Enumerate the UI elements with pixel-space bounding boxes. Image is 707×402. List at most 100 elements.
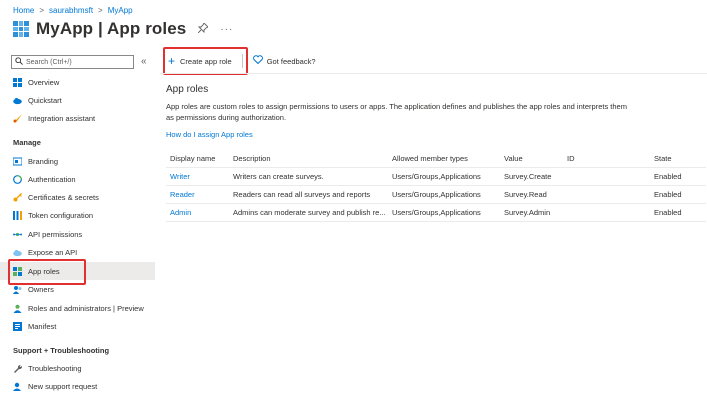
sidebar-item-label: App roles: [28, 266, 60, 276]
sidebar-item-label: Manifest: [28, 321, 57, 331]
sidebar-item-branding[interactable]: Branding: [0, 152, 155, 170]
feedback-button[interactable]: Got feedback?: [247, 51, 322, 71]
role-member-types: Users/Groups,Applications: [388, 185, 500, 204]
sidebar-item-owners[interactable]: Owners: [0, 280, 155, 298]
help-link[interactable]: How do I assign App roles: [166, 130, 253, 139]
sidebar-item-new-support-request[interactable]: New support request: [0, 377, 155, 395]
role-state: Enabled: [650, 203, 706, 222]
manage-section-header: Manage: [13, 138, 41, 147]
role-value: Survey.Read: [500, 185, 563, 204]
sidebar-item-label: Certificates & secrets: [28, 192, 99, 202]
create-app-role-label: Create app role: [180, 56, 232, 66]
sidebar-item-api-permissions[interactable]: API permissions: [0, 225, 155, 243]
sidebar-item-label: Quickstart: [28, 95, 62, 105]
owners-icon: [13, 285, 22, 294]
search-input[interactable]: Search (Ctrl+/): [11, 55, 134, 69]
sidebar-item-label: Troubleshooting: [28, 363, 82, 373]
role-state: Enabled: [650, 185, 706, 204]
column-header-state[interactable]: State: [650, 151, 706, 168]
wrench-icon: [13, 364, 22, 373]
role-value: Survey.Admin: [500, 203, 563, 222]
role-member-types: Users/Groups,Applications: [388, 203, 500, 222]
sidebar-item-label: Expose an API: [28, 247, 78, 257]
table-row[interactable]: Admin Admins can moderate survey and pub…: [166, 203, 706, 222]
api-permissions-icon: [13, 230, 22, 239]
sidebar-item-label: Authentication: [28, 174, 76, 184]
role-id: [563, 185, 650, 204]
role-display-name-link[interactable]: Writer: [166, 167, 229, 186]
role-description: Admins can moderate survey and publish r…: [229, 203, 388, 222]
auth-icon: [13, 174, 22, 184]
page-title: MyApp | App roles: [36, 19, 187, 38]
sidebar-item-authentication[interactable]: Authentication: [0, 170, 155, 188]
manifest-icon: [13, 321, 22, 331]
sidebar-item-label: API permissions: [28, 229, 83, 239]
table-row[interactable]: Writer Writers can create surveys. Users…: [166, 167, 706, 186]
plus-icon: +: [168, 54, 176, 68]
toolbar-divider: [241, 54, 243, 68]
column-header-display-name[interactable]: Display name: [166, 151, 229, 168]
role-description: Readers can read all surveys and reports: [229, 185, 388, 204]
sidebar-item-overview[interactable]: Overview: [0, 73, 155, 91]
sidebar-item-label: Token configuration: [28, 210, 94, 220]
branding-icon: [13, 157, 22, 166]
breadcrumb-home[interactable]: Home: [13, 6, 34, 15]
toolbar-divider-line: [160, 73, 707, 74]
sidebar-item-token-configuration[interactable]: Token configuration: [0, 206, 155, 224]
more-options-icon[interactable]: ···: [220, 24, 233, 35]
breadcrumb: Home > saurabhmsft > MyApp: [13, 4, 133, 16]
role-state: Enabled: [650, 167, 706, 186]
role-value: Survey.Create: [500, 167, 563, 186]
sidebar-item-label: Integration assistant: [28, 113, 96, 123]
roles-admin-icon: [13, 304, 22, 313]
sidebar-item-app-roles[interactable]: App roles: [0, 262, 155, 280]
role-display-name-link[interactable]: Admin: [166, 203, 229, 222]
app-roles-table: Display name Description Allowed member …: [166, 151, 706, 222]
sidebar: Search (Ctrl+/) « Overview Quickstart In…: [0, 52, 155, 402]
sidebar-item-expose-an-api[interactable]: Expose an API: [0, 243, 155, 261]
column-header-description[interactable]: Description: [229, 151, 388, 168]
grid-icon: [13, 77, 22, 87]
key-icon: [13, 192, 22, 202]
column-header-value[interactable]: Value: [500, 151, 563, 168]
collapse-sidebar-icon[interactable]: «: [141, 56, 147, 67]
rocket-icon: [13, 113, 22, 123]
heart-icon: [252, 55, 263, 67]
column-header-id[interactable]: ID: [563, 151, 650, 168]
sidebar-item-troubleshooting[interactable]: Troubleshooting: [0, 359, 155, 377]
section-title: App roles: [166, 84, 209, 95]
command-bar: + Create app role Got feedback?: [162, 50, 322, 72]
sidebar-item-roles-administrators[interactable]: Roles and administrators | Preview: [0, 299, 155, 317]
role-id: [563, 167, 650, 186]
breadcrumb-tenant[interactable]: saurabhmsft: [49, 6, 93, 15]
search-placeholder: Search (Ctrl+/): [26, 58, 72, 66]
app-roles-icon: [13, 266, 22, 276]
role-display-name-link[interactable]: Reader: [166, 185, 229, 204]
table-row[interactable]: Reader Readers can read all surveys and …: [166, 185, 706, 204]
sidebar-item-label: Roles and administrators | Preview: [28, 303, 144, 313]
role-description: Writers can create surveys.: [229, 167, 388, 186]
sidebar-item-label: Owners: [28, 284, 54, 294]
support-section-header: Support + Troubleshooting: [13, 346, 110, 355]
create-app-role-button[interactable]: + Create app role: [162, 51, 238, 71]
column-header-allowed-member-types[interactable]: Allowed member types: [388, 151, 500, 168]
token-icon: [13, 210, 22, 220]
section-description: App roles are custom roles to assign per…: [166, 102, 627, 122]
support-icon: [13, 382, 22, 391]
breadcrumb-separator: >: [98, 5, 103, 15]
sidebar-item-quickstart[interactable]: Quickstart: [0, 91, 155, 109]
cloud-icon: [13, 96, 22, 105]
breadcrumb-separator: >: [39, 5, 45, 15]
sidebar-item-integration-assistant[interactable]: Integration assistant: [0, 109, 155, 127]
role-member-types: Users/Groups,Applications: [388, 167, 500, 186]
breadcrumb-app[interactable]: MyApp: [108, 6, 133, 15]
cloud-api-icon: [13, 248, 22, 257]
sidebar-item-label: New support request: [28, 381, 98, 391]
role-id: [563, 203, 650, 222]
app-registration-icon: [13, 21, 29, 37]
sidebar-item-certificates-secrets[interactable]: Certificates & secrets: [0, 188, 155, 206]
pin-icon[interactable]: [198, 21, 210, 36]
sidebar-item-label: Branding: [28, 156, 59, 166]
sidebar-item-manifest[interactable]: Manifest: [0, 317, 155, 335]
sidebar-item-label: Overview: [28, 77, 60, 87]
